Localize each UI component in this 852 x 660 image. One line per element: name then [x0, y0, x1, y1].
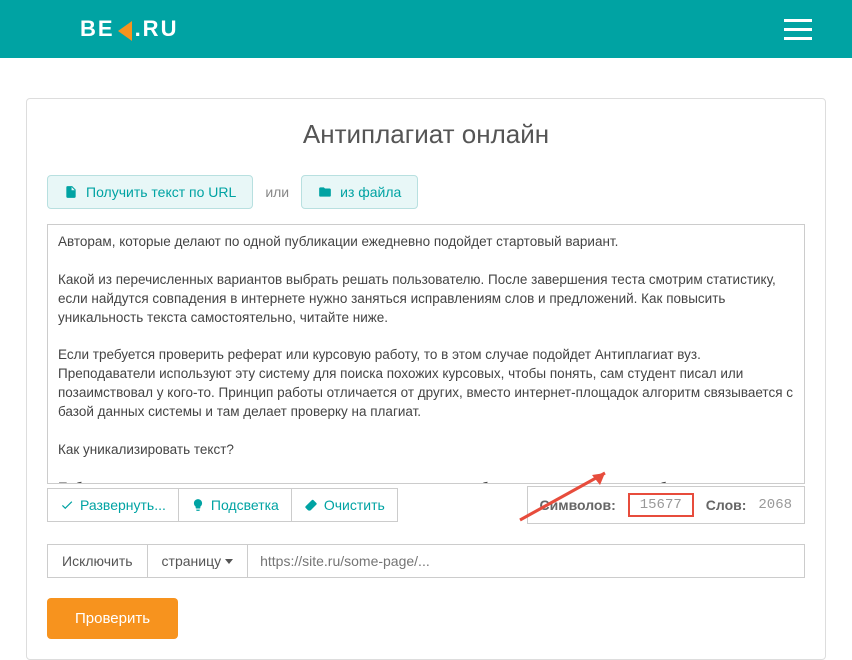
eraser-icon [304, 498, 318, 512]
clear-label: Очистить [324, 497, 385, 513]
check-button[interactable]: Проверить [47, 598, 178, 639]
chars-label: Символов: [540, 497, 616, 513]
lightbulb-icon [191, 498, 205, 512]
expand-button[interactable]: Развернуть... [47, 488, 179, 522]
file-icon [64, 185, 78, 199]
url-button-label: Получить текст по URL [86, 184, 236, 200]
words-value: 2068 [758, 497, 792, 513]
highlight-label: Подсветка [211, 497, 279, 513]
exclude-dropdown-label: страницу [162, 553, 222, 569]
main-panel: Антиплагиат онлайн Получить текст по URL… [26, 98, 826, 660]
site-header: BE .RU [0, 0, 852, 58]
exclude-label: Исключить [47, 544, 148, 578]
text-stats: Символов: 15677 Слов: 2068 [527, 486, 806, 524]
source-input-row: Получить текст по URL или из файла [47, 175, 805, 209]
chars-value: 15677 [628, 493, 694, 517]
folder-icon [318, 185, 332, 199]
file-button-label: из файла [340, 184, 401, 200]
chevron-down-icon [225, 559, 233, 564]
text-toolbar: Развернуть... Подсветка Очистить Символо… [47, 486, 805, 524]
highlight-button[interactable]: Подсветка [178, 488, 292, 522]
from-file-button[interactable]: из файла [301, 175, 418, 209]
text-input[interactable] [47, 224, 805, 484]
menu-button[interactable] [784, 19, 812, 40]
page-title: Антиплагиат онлайн [47, 119, 805, 150]
exclude-type-dropdown[interactable]: страницу [147, 544, 249, 578]
clear-button[interactable]: Очистить [291, 488, 398, 522]
exclude-row: Исключить страницу [47, 544, 805, 578]
check-icon [60, 498, 74, 512]
or-separator: или [265, 184, 289, 200]
exclude-url-input[interactable] [247, 544, 805, 578]
logo-text-right: .RU [135, 16, 179, 42]
expand-label: Развернуть... [80, 497, 166, 513]
get-text-by-url-button[interactable]: Получить текст по URL [47, 175, 253, 209]
textarea-container [47, 224, 805, 487]
logo-text-left: BE [80, 16, 115, 42]
logo-arrow-icon [118, 21, 132, 41]
words-label: Слов: [706, 497, 747, 513]
site-logo[interactable]: BE .RU [80, 16, 178, 42]
